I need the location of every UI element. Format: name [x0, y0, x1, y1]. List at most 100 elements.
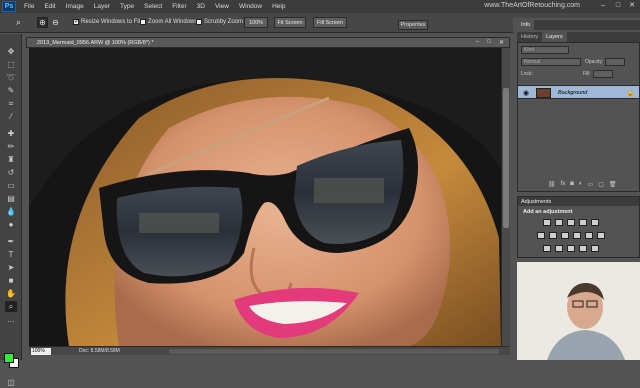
fx-icon[interactable]: fx — [561, 181, 566, 190]
menu-type[interactable]: Type — [115, 3, 139, 10]
gradient-map-icon[interactable] — [591, 245, 599, 252]
quick-mask-icon[interactable]: ◫ — [5, 377, 17, 388]
image-canvas[interactable] — [29, 48, 501, 346]
layer-filter-kind[interactable]: Kind — [521, 45, 569, 54]
vibrance-icon[interactable] — [591, 219, 599, 226]
quick-select-tool-icon[interactable]: ✎ — [5, 85, 17, 96]
type-tool-icon[interactable]: T — [5, 249, 17, 260]
move-tool-icon[interactable]: ✥ — [5, 46, 17, 57]
photo-filter-icon[interactable] — [573, 232, 581, 239]
document-info[interactable]: Doc: 8.58M/8.58M — [79, 348, 120, 354]
mask-icon[interactable]: ◙ — [570, 181, 574, 190]
levels-icon[interactable] — [555, 219, 563, 226]
adjustments-header[interactable]: Adjustments — [518, 197, 639, 206]
zoom-out-icon[interactable]: ⊖ — [50, 17, 61, 28]
layer-row-background[interactable]: ◉ Background 🔒 — [518, 85, 639, 99]
document-tab[interactable]: 2013_Mermaid_0956.ARW @ 100% (RGB/8*) * … — [26, 37, 510, 48]
fill-screen-button[interactable]: Fill Screen — [313, 17, 347, 28]
blur-tool-icon[interactable]: 💧 — [5, 206, 17, 217]
posterize-icon[interactable] — [555, 245, 563, 252]
clone-stamp-tool-icon[interactable]: ♜ — [5, 154, 17, 165]
color-lookup-icon[interactable] — [597, 232, 605, 239]
tab-history[interactable]: History — [517, 32, 542, 42]
black-white-icon[interactable] — [561, 232, 569, 239]
hue-saturation-icon[interactable] — [537, 232, 545, 239]
menu-edit[interactable]: Edit — [39, 3, 60, 10]
exposure-icon[interactable] — [579, 219, 587, 226]
adjustments-subtitle: Add an adjustment — [523, 209, 573, 215]
close-icon[interactable]: ✕ — [625, 1, 639, 11]
menu-3d[interactable]: 3D — [192, 3, 210, 10]
marquee-tool-icon[interactable]: ⬚ — [5, 59, 17, 70]
trash-icon[interactable]: 🗑 — [609, 181, 617, 190]
tab-info[interactable]: Info — [517, 20, 535, 30]
lasso-tool-icon[interactable]: ➰ — [5, 72, 17, 83]
history-brush-tool-icon[interactable]: ↺ — [5, 167, 17, 178]
properties-tab[interactable]: Properties — [398, 20, 428, 30]
scrubby-zoom-checkbox[interactable]: Scrubby Zoom — [196, 19, 243, 25]
zoom-all-windows-checkbox[interactable]: Zoom All Windows — [140, 19, 197, 25]
brush-tool-icon[interactable]: ✏ — [5, 141, 17, 152]
color-balance-icon[interactable] — [549, 232, 557, 239]
eyedropper-tool-icon[interactable]: ⁄ — [5, 111, 17, 122]
fill-field[interactable] — [592, 69, 613, 78]
zoom-level-field[interactable]: 100% — [31, 347, 51, 355]
menu-filter[interactable]: Filter — [167, 3, 191, 10]
selective-color-icon[interactable] — [579, 245, 587, 252]
gradient-tool-icon[interactable]: ▤ — [5, 193, 17, 204]
menu-window[interactable]: Window — [234, 3, 267, 10]
resize-windows-checkbox[interactable]: ✓ Resize Windows to Fit — [73, 19, 140, 25]
vertical-scrollbar[interactable] — [501, 48, 510, 346]
pen-tool-icon[interactable]: ✒ — [5, 236, 17, 247]
adjustment-layer-icon[interactable]: ◐ — [579, 181, 583, 190]
layer-name[interactable]: Background — [558, 90, 587, 96]
menu-select[interactable]: Select — [139, 3, 167, 10]
fit-screen-button[interactable]: Fit Screen — [274, 17, 306, 28]
portrait-photo — [29, 48, 501, 346]
zoom-100-button[interactable]: 100% — [244, 17, 268, 28]
channel-mixer-icon[interactable] — [585, 232, 593, 239]
menu-image[interactable]: Image — [61, 3, 89, 10]
checkmark-icon: ✓ — [73, 19, 80, 25]
zoom-tool-active-icon[interactable]: ⌕ — [5, 301, 17, 312]
vertical-scroll-thumb[interactable] — [503, 88, 509, 228]
menu-file[interactable]: File — [19, 3, 39, 10]
healing-brush-tool-icon[interactable]: ✚ — [5, 128, 17, 139]
doc-close-icon[interactable]: ✕ — [499, 39, 504, 46]
layers-tab-row: History Layers — [517, 32, 640, 42]
curves-icon[interactable] — [567, 219, 575, 226]
maximize-icon[interactable]: □ — [611, 1, 625, 11]
horizontal-scrollbar[interactable] — [169, 349, 499, 354]
new-layer-icon[interactable]: ▢ — [598, 181, 604, 190]
lock-label: Lock: — [521, 70, 533, 77]
layer-actions-bar: ⛓ fx ◙ ◐ ▭ ▢ 🗑 — [548, 181, 638, 190]
shape-tool-icon[interactable]: ■ — [5, 275, 17, 286]
zoom-tool-icon[interactable]: ⌕ — [12, 16, 25, 29]
zoom-in-icon[interactable]: ⊕ — [37, 17, 48, 28]
tab-layers[interactable]: Layers — [542, 32, 567, 42]
dodge-tool-icon[interactable]: ● — [5, 219, 17, 230]
invert-icon[interactable] — [543, 245, 551, 252]
doc-maximize-icon[interactable]: □ — [487, 39, 491, 45]
doc-minimize-icon[interactable]: – — [476, 39, 479, 45]
eye-visibility-icon[interactable]: ◉ — [523, 89, 529, 97]
crop-tool-icon[interactable]: ⌗ — [5, 98, 17, 109]
menu-layer[interactable]: Layer — [89, 3, 115, 10]
path-select-tool-icon[interactable]: ➤ — [5, 262, 17, 273]
document-status-bar: 100% Doc: 8.58M/8.58M — [29, 346, 510, 355]
extra-tools-icon[interactable]: … — [5, 314, 17, 325]
menu-help[interactable]: Help — [267, 3, 290, 10]
lock-icon: 🔒 — [626, 90, 635, 97]
link-layers-icon[interactable]: ⛓ — [548, 181, 556, 190]
foreground-color-swatch[interactable] — [4, 353, 14, 363]
presenter-video — [517, 262, 640, 360]
blend-mode-select[interactable]: Normal — [521, 57, 581, 66]
opacity-field[interactable] — [605, 57, 626, 66]
minimize-icon[interactable]: – — [596, 1, 610, 11]
brightness-contrast-icon[interactable] — [543, 219, 551, 226]
threshold-icon[interactable] — [567, 245, 575, 252]
hand-tool-icon[interactable]: ✋ — [5, 288, 17, 299]
menu-view[interactable]: View — [210, 3, 234, 10]
folder-icon[interactable]: ▭ — [588, 181, 594, 190]
eraser-tool-icon[interactable]: ▭ — [5, 180, 17, 191]
